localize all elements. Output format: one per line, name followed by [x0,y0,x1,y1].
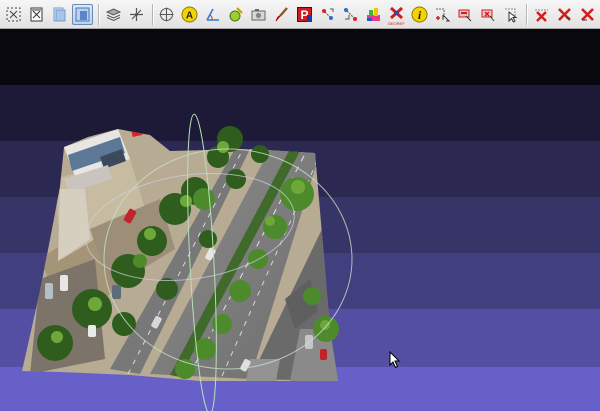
toolbar-separator [151,3,153,25]
info-icon[interactable]: i [409,4,430,25]
point-cloud-scene[interactable] [0,29,600,411]
camera-icon[interactable] [248,4,269,25]
select-subtract-icon[interactable] [455,4,476,25]
iso-view-icon[interactable] [26,4,47,25]
color-picker-icon[interactable]: P [294,4,315,25]
delete-x-alt-icon[interactable] [554,4,575,25]
3d-viewport[interactable] [0,29,600,411]
ortho-view-icon[interactable] [49,4,70,25]
toolbar-separator [526,3,528,25]
select-add-icon[interactable] [432,4,453,25]
layers-icon[interactable] [103,4,124,25]
toolbar-separator [97,3,99,25]
select-pointer-icon[interactable] [500,4,521,25]
target-icon[interactable] [157,4,178,25]
brush-icon[interactable] [271,4,292,25]
select-intersect-icon[interactable] [477,4,498,25]
measure-angle-icon[interactable] [202,4,223,25]
georef-label: GEOREF [387,20,405,26]
transform-alt-icon[interactable] [340,4,361,25]
georef-icon[interactable]: GEOREF [386,4,407,25]
axes-icon[interactable] [126,4,147,25]
annotation-icon[interactable]: A [179,4,200,25]
delete-x-red-icon[interactable] [577,4,598,25]
main-toolbar: A P GEOREF i [0,0,600,29]
palette-icon[interactable] [363,4,384,25]
transform-icon[interactable] [317,4,338,25]
delete-x-icon[interactable] [531,4,552,25]
perspective-view-icon[interactable] [71,3,93,25]
pick-point-icon[interactable] [225,4,246,25]
fit-view-icon[interactable] [3,4,24,25]
annotation-letter: A [186,10,193,21]
mouse-cursor-icon [389,351,401,369]
